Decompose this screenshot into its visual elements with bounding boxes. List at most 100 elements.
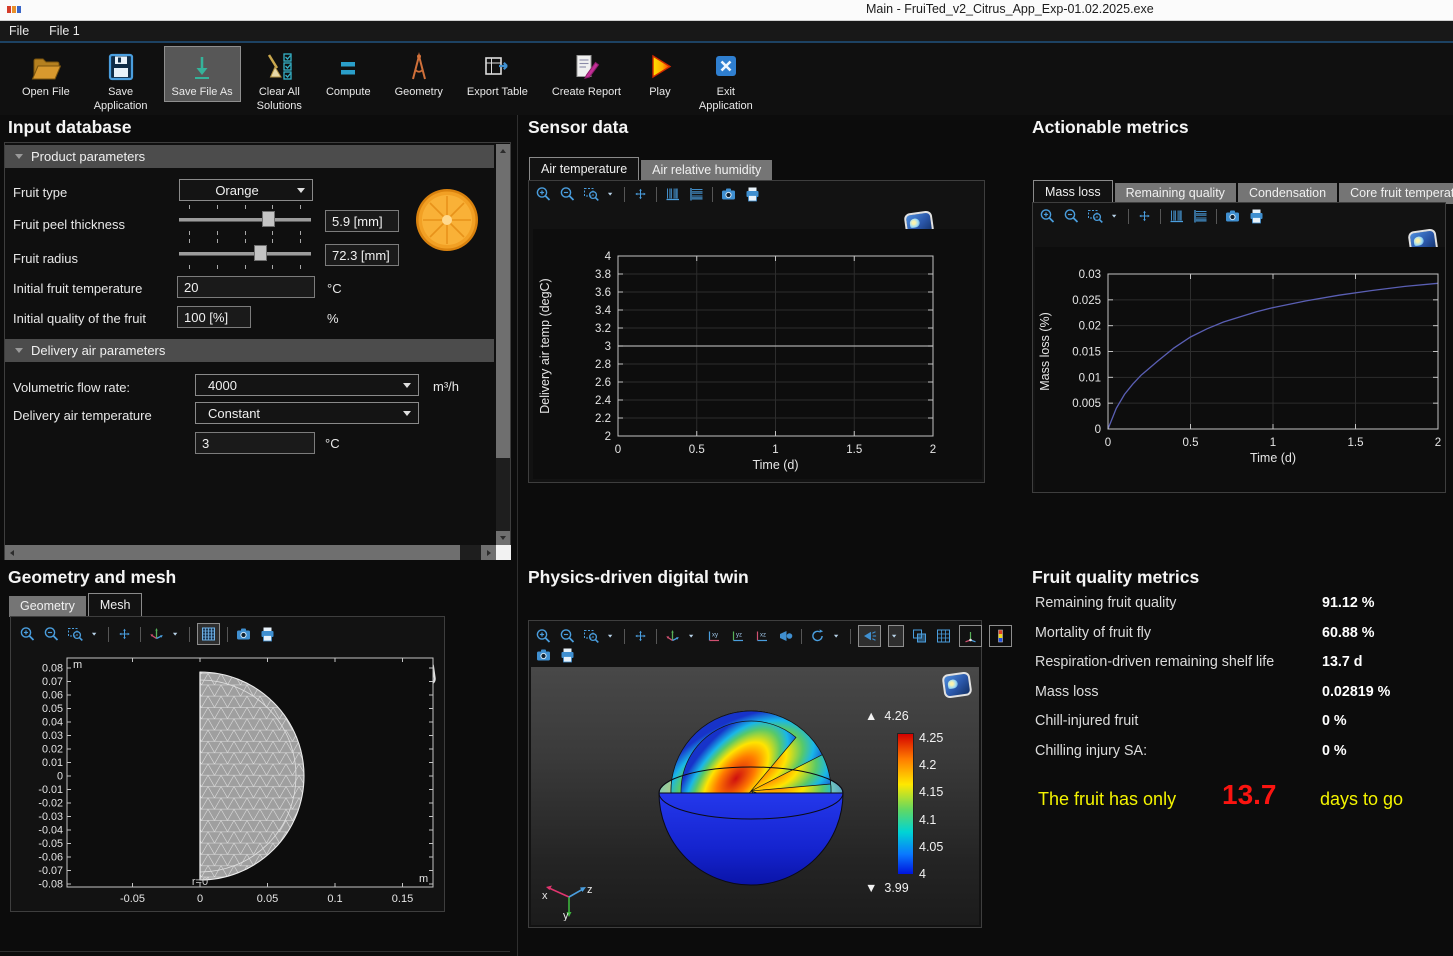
orientation-icon[interactable] [664, 628, 681, 644]
peel-thickness-slider[interactable] [179, 211, 311, 227]
tab-mass-loss[interactable]: Mass loss [1033, 180, 1113, 204]
tab-geometry[interactable]: Geometry [9, 596, 86, 617]
tab-air-relative-humidity[interactable]: Air relative humidity [641, 160, 772, 181]
fit-icon[interactable] [1136, 208, 1153, 224]
scroll-right-button[interactable] [481, 545, 496, 560]
zoom-out-icon[interactable] [559, 186, 576, 202]
zoom-out-icon[interactable] [43, 626, 60, 642]
toolbar-create-report-button[interactable]: Create Report [544, 46, 629, 102]
caret-icon[interactable] [607, 186, 617, 202]
screenshot-icon[interactable] [535, 647, 552, 663]
input-horizontal-scrollbar[interactable] [5, 545, 496, 560]
zoom-box-icon[interactable] [1087, 208, 1104, 224]
zoom-out-icon[interactable] [559, 628, 576, 644]
toolbar-open-file-button[interactable]: Open File [14, 46, 78, 102]
scroll-down-button[interactable] [496, 531, 510, 545]
y-log-scale-icon[interactable] [688, 186, 705, 202]
print-icon[interactable] [1248, 208, 1265, 224]
caret-icon[interactable] [688, 628, 698, 644]
light-icon[interactable] [858, 625, 881, 647]
x-log-scale-icon[interactable] [1168, 208, 1185, 224]
print-icon[interactable] [559, 647, 576, 663]
air-temperature-chart[interactable]: 22.22.42.62.833.23.43.63.8400.511.52Time… [533, 229, 982, 479]
svg-text:z: z [587, 884, 593, 896]
view-yz-icon[interactable]: yz [729, 628, 746, 644]
toolbar-clear-all-solutions-button[interactable]: Clear All Solutions [249, 46, 310, 117]
mesh-toggle-icon[interactable] [197, 623, 220, 645]
section-product-parameters[interactable]: Product parameters [5, 145, 494, 168]
init-quality-input[interactable]: 100 [%] [177, 306, 251, 328]
zoom-in-icon[interactable] [19, 626, 36, 642]
tab-condensation[interactable]: Condensation [1238, 183, 1337, 204]
colorbar-toggle-icon[interactable] [989, 625, 1012, 647]
tab-air-temperature[interactable]: Air temperature [529, 157, 639, 181]
input-vertical-scrollbar[interactable] [496, 144, 510, 545]
warning-suffix: days to go [1320, 789, 1403, 810]
rotate-icon[interactable] [809, 628, 826, 644]
caret-icon[interactable] [1111, 208, 1121, 224]
caret-icon[interactable] [91, 626, 101, 642]
tab-remaining-quality[interactable]: Remaining quality [1115, 183, 1236, 204]
screenshot-icon[interactable] [1224, 208, 1241, 224]
zoom-in-icon[interactable] [1039, 208, 1056, 224]
scroll-thumb[interactable] [19, 545, 460, 560]
toolbar-geometry-button[interactable]: Geometry [387, 46, 451, 102]
zoom-in-icon[interactable] [535, 628, 552, 644]
const-temp-input[interactable]: 3 [195, 432, 315, 454]
init-temp-input[interactable]: 20 [177, 276, 315, 298]
tab-mesh[interactable]: Mesh [88, 593, 143, 617]
toolbar-exit-application-button[interactable]: Exit Application [691, 46, 761, 117]
peel-thickness-value[interactable]: 5.9 [mm] [325, 210, 399, 232]
section-delivery-air-parameters[interactable]: Delivery air parameters [5, 339, 494, 362]
print-icon[interactable] [259, 626, 276, 642]
zoom-box-icon[interactable] [583, 628, 600, 644]
fit-icon[interactable] [632, 628, 649, 644]
svg-text:1: 1 [1270, 437, 1276, 449]
screenshot-icon[interactable] [235, 626, 252, 642]
scroll-thumb[interactable] [496, 158, 510, 458]
toolbar-play-button[interactable]: Play [637, 46, 683, 102]
view-xz-icon[interactable]: xz [753, 628, 770, 644]
air-temp-dropdown[interactable]: Constant [195, 402, 419, 424]
fit-icon[interactable] [116, 626, 133, 642]
caret-icon[interactable] [172, 626, 182, 642]
zoom-out-icon[interactable] [1063, 208, 1080, 224]
menu-item-file[interactable]: File [9, 24, 29, 38]
axes-indicator-icon[interactable] [959, 625, 982, 647]
caret-icon[interactable] [607, 628, 617, 644]
view-xy-icon[interactable]: xy [705, 628, 722, 644]
fruit-radius-value[interactable]: 72.3 [mm] [325, 244, 399, 266]
transparency-icon[interactable] [911, 628, 928, 644]
sensor-panel: 22.22.42.62.833.23.43.63.8400.511.52Time… [528, 180, 985, 483]
zoom-box-icon[interactable] [583, 186, 600, 202]
toolbar-button-label: Exit Application [699, 85, 753, 114]
menu-item-file-1[interactable]: File 1 [49, 24, 80, 38]
zoom-in-icon[interactable] [535, 186, 552, 202]
mass-loss-chart[interactable]: 00.0050.010.0150.020.0250.0300.511.52Tim… [1035, 247, 1445, 492]
y-log-scale-icon[interactable] [1192, 208, 1209, 224]
print-icon[interactable] [744, 186, 761, 202]
toolbar-save-file-as-button[interactable]: Save File As [164, 46, 241, 102]
twin-3d-view[interactable]: ▲4.26 4.254.24.154.14.054 ▼3.99 x y z [531, 667, 979, 925]
mesh-plot[interactable]: 0.080.070.060.050.040.030.020.010-0.01-0… [13, 651, 443, 909]
toolbar-save-application-button[interactable]: Save Application [86, 46, 156, 117]
fruit-radius-slider[interactable] [179, 245, 311, 261]
scroll-left-button[interactable] [5, 545, 19, 560]
scene-grid-icon[interactable] [935, 628, 952, 644]
zoom-box-icon[interactable] [67, 626, 84, 642]
fruit-type-dropdown[interactable]: Orange [179, 179, 313, 201]
x-log-scale-icon[interactable] [664, 186, 681, 202]
toolbar-separator [624, 629, 625, 644]
svg-text:-0.06: -0.06 [38, 852, 63, 864]
caret-icon[interactable] [833, 628, 843, 644]
tab-core-fruit-temperature[interactable]: Core fruit temperature [1339, 183, 1453, 204]
caret-icon[interactable] [888, 625, 904, 647]
scroll-up-button[interactable] [496, 144, 510, 158]
perspective-icon[interactable] [777, 628, 794, 644]
fit-icon[interactable] [632, 186, 649, 202]
orientation-icon[interactable] [148, 626, 165, 642]
toolbar-export-table-button[interactable]: Export Table [459, 46, 536, 102]
flow-rate-dropdown[interactable]: 4000 [195, 374, 419, 396]
toolbar-compute-button[interactable]: Compute [318, 46, 379, 102]
screenshot-icon[interactable] [720, 186, 737, 202]
